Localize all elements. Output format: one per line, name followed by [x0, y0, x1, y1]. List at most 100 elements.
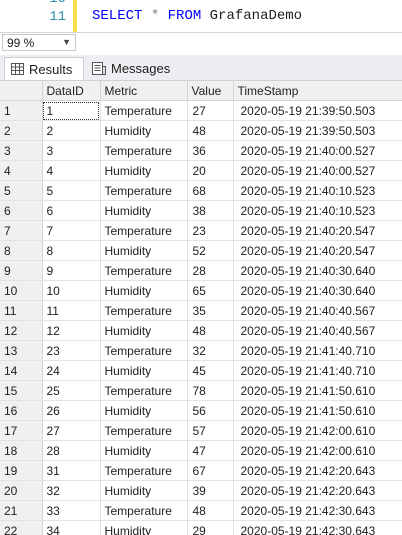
- cell-timestamp[interactable]: 2020-05-19 21:40:20.547: [233, 220, 402, 241]
- row-number[interactable]: 21: [0, 500, 43, 521]
- table-row[interactable]: 11 11 Temperature 35 2020-05-19 21:40:40.567: [0, 300, 402, 321]
- cell-metric[interactable]: Temperature: [100, 300, 188, 321]
- cell-timestamp[interactable]: 2020-05-19 21:40:40.567: [233, 300, 402, 321]
- cell-timestamp[interactable]: 2020-05-19 21:40:00.527: [233, 160, 402, 181]
- chevron-down-icon[interactable]: ▼: [62, 37, 71, 47]
- cell-timestamp[interactable]: 2020-05-19 21:41:50.610: [233, 380, 402, 401]
- cell-value[interactable]: 48: [187, 120, 234, 141]
- cell-timestamp[interactable]: 2020-05-19 21:41:40.710: [233, 340, 402, 361]
- cell-value[interactable]: 56: [187, 400, 234, 421]
- row-number[interactable]: 17: [0, 420, 43, 441]
- cell-metric[interactable]: Humidity: [100, 480, 188, 501]
- row-number[interactable]: 18: [0, 440, 43, 461]
- cell-timestamp[interactable]: 2020-05-19 21:39:50.503: [233, 120, 402, 141]
- cell-value[interactable]: 20: [187, 160, 234, 181]
- cell-metric[interactable]: Temperature: [100, 180, 188, 201]
- cell-timestamp[interactable]: 2020-05-19 21:40:00.527: [233, 140, 402, 161]
- cell-metric[interactable]: Humidity: [100, 360, 188, 381]
- cell-dataid[interactable]: 11: [42, 300, 101, 321]
- cell-timestamp[interactable]: 2020-05-19 21:41:50.610: [233, 400, 402, 421]
- cell-dataid[interactable]: 1: [42, 100, 101, 121]
- table-row[interactable]: 16 26 Humidity 56 2020-05-19 21:41:50.610: [0, 400, 402, 421]
- table-row[interactable]: 22 34 Humidity 29 2020-05-19 21:42:30.643: [0, 520, 402, 535]
- cell-value[interactable]: 65: [187, 280, 234, 301]
- cell-value[interactable]: 23: [187, 220, 234, 241]
- cell-timestamp[interactable]: 2020-05-19 21:40:20.547: [233, 240, 402, 261]
- cell-metric[interactable]: Humidity: [100, 520, 188, 535]
- cell-timestamp[interactable]: 2020-05-19 21:41:40.710: [233, 360, 402, 381]
- row-number[interactable]: 12: [0, 320, 43, 341]
- cell-metric[interactable]: Humidity: [100, 440, 188, 461]
- cell-timestamp[interactable]: 2020-05-19 21:40:10.523: [233, 180, 402, 201]
- cell-timestamp[interactable]: 2020-05-19 21:42:20.643: [233, 460, 402, 481]
- cell-dataid[interactable]: 24: [42, 360, 101, 381]
- cell-metric[interactable]: Humidity: [100, 120, 188, 141]
- row-number[interactable]: 10: [0, 280, 43, 301]
- row-number[interactable]: 16: [0, 400, 43, 421]
- cell-dataid[interactable]: 23: [42, 340, 101, 361]
- row-number[interactable]: 14: [0, 360, 43, 381]
- cell-value[interactable]: 32: [187, 340, 234, 361]
- row-number[interactable]: 2: [0, 120, 43, 141]
- table-row[interactable]: 13 23 Temperature 32 2020-05-19 21:41:40.710: [0, 340, 402, 361]
- cell-value[interactable]: 78: [187, 380, 234, 401]
- table-row[interactable]: 10 10 Humidity 65 2020-05-19 21:40:30.640: [0, 280, 402, 301]
- cell-metric[interactable]: Temperature: [100, 500, 188, 521]
- cell-dataid[interactable]: 3: [42, 140, 101, 161]
- cell-metric[interactable]: Temperature: [100, 420, 188, 441]
- cell-value[interactable]: 67: [187, 460, 234, 481]
- row-number[interactable]: 6: [0, 200, 43, 221]
- cell-dataid[interactable]: 2: [42, 120, 101, 141]
- cell-dataid[interactable]: 28: [42, 440, 101, 461]
- cell-metric[interactable]: Temperature: [100, 340, 188, 361]
- cell-value[interactable]: 48: [187, 500, 234, 521]
- cell-value[interactable]: 52: [187, 240, 234, 261]
- cell-timestamp[interactable]: 2020-05-19 21:42:00.610: [233, 420, 402, 441]
- row-number[interactable]: 7: [0, 220, 43, 241]
- cell-value[interactable]: 47: [187, 440, 234, 461]
- code-line[interactable]: SELECT * FROM GrafanaDemo: [92, 8, 302, 24]
- cell-dataid[interactable]: 10: [42, 280, 101, 301]
- cell-dataid[interactable]: 33: [42, 500, 101, 521]
- cell-metric[interactable]: Humidity: [100, 240, 188, 261]
- cell-metric[interactable]: Humidity: [100, 280, 188, 301]
- cell-timestamp[interactable]: 2020-05-19 21:42:30.643: [233, 500, 402, 521]
- cell-timestamp[interactable]: 2020-05-19 21:40:30.640: [233, 260, 402, 281]
- cell-value[interactable]: 48: [187, 320, 234, 341]
- table-row[interactable]: 7 7 Temperature 23 2020-05-19 21:40:20.547: [0, 220, 402, 241]
- cell-metric[interactable]: Humidity: [100, 200, 188, 221]
- cell-metric[interactable]: Temperature: [100, 460, 188, 481]
- table-row[interactable]: 9 9 Temperature 28 2020-05-19 21:40:30.640: [0, 260, 402, 281]
- cell-value[interactable]: 39: [187, 480, 234, 501]
- row-number[interactable]: 11: [0, 300, 43, 321]
- tab-results[interactable]: Results: [4, 57, 84, 80]
- table-row[interactable]: 21 33 Temperature 48 2020-05-19 21:42:30.643: [0, 500, 402, 521]
- cell-dataid[interactable]: 34: [42, 520, 101, 535]
- row-number[interactable]: 5: [0, 180, 43, 201]
- cell-value[interactable]: 36: [187, 140, 234, 161]
- cell-value[interactable]: 68: [187, 180, 234, 201]
- table-row[interactable]: 5 5 Temperature 68 2020-05-19 21:40:10.523: [0, 180, 402, 201]
- row-number[interactable]: 19: [0, 460, 43, 481]
- cell-timestamp[interactable]: 2020-05-19 21:42:30.643: [233, 520, 402, 535]
- table-row[interactable]: 8 8 Humidity 52 2020-05-19 21:40:20.547: [0, 240, 402, 261]
- cell-metric[interactable]: Temperature: [100, 100, 188, 121]
- cell-metric[interactable]: Humidity: [100, 320, 188, 341]
- row-number[interactable]: 22: [0, 520, 43, 535]
- cell-dataid[interactable]: 8: [42, 240, 101, 261]
- row-number[interactable]: 20: [0, 480, 43, 501]
- table-row[interactable]: 17 27 Temperature 57 2020-05-19 21:42:00.610: [0, 420, 402, 441]
- tab-messages[interactable]: Messages: [86, 57, 178, 80]
- cell-dataid[interactable]: 12: [42, 320, 101, 341]
- table-row[interactable]: 1 1 Temperature 27 2020-05-19 21:39:50.503: [0, 100, 402, 121]
- row-number[interactable]: 1: [0, 100, 43, 121]
- row-number[interactable]: 8: [0, 240, 43, 261]
- column-header-dataid[interactable]: DataID: [42, 81, 101, 101]
- cell-dataid[interactable]: 9: [42, 260, 101, 281]
- cell-metric[interactable]: Temperature: [100, 380, 188, 401]
- cell-timestamp[interactable]: 2020-05-19 21:40:40.567: [233, 320, 402, 341]
- cell-metric[interactable]: Humidity: [100, 400, 188, 421]
- cell-value[interactable]: 27: [187, 100, 234, 121]
- cell-dataid[interactable]: 25: [42, 380, 101, 401]
- table-row[interactable]: 14 24 Humidity 45 2020-05-19 21:41:40.710: [0, 360, 402, 381]
